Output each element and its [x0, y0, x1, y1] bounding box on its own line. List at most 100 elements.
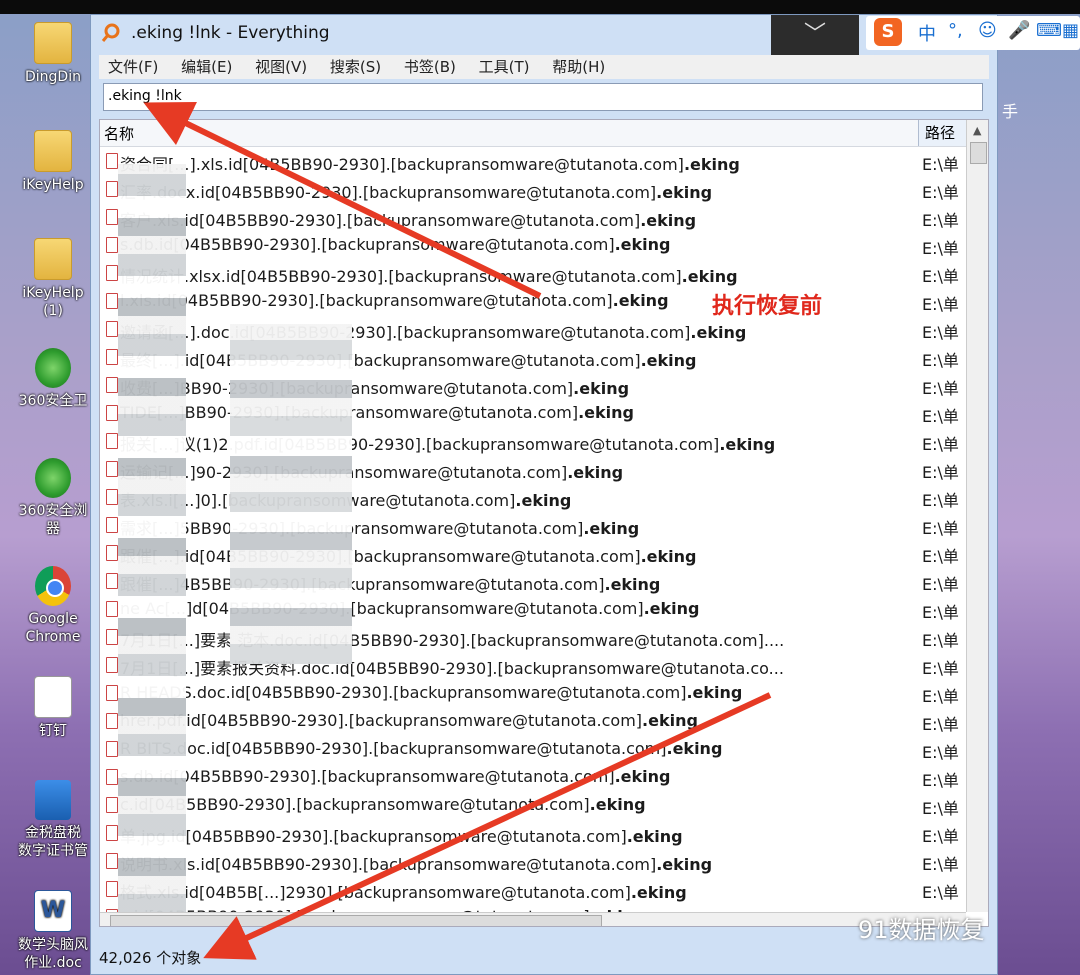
scroll-thumb[interactable]	[110, 915, 602, 926]
annotation-label: 执行恢复前	[712, 294, 823, 319]
menu-view[interactable]: 视图(V)	[246, 55, 316, 79]
file-icon	[106, 797, 118, 813]
file-path: E:\单	[922, 827, 959, 846]
file-icon	[106, 713, 118, 729]
table-row[interactable]: 说明书.xls.id[04B5BB90-2930].[backupransomw…	[100, 847, 966, 875]
desktop-icon-ikeyhelp-1[interactable]: iKeyHelp (1)	[8, 238, 98, 320]
desktop-icon-tax[interactable]: 金税盘税 数字证书管	[8, 780, 98, 860]
search-input[interactable]: .eking !lnk	[103, 83, 983, 111]
scroll-up-icon[interactable]: ▲	[973, 124, 981, 137]
file-path: E:\单	[922, 715, 959, 734]
tax-icon	[35, 780, 71, 820]
ime-punct-toggle[interactable]: °,	[948, 20, 963, 41]
table-row[interactable]: s.db.id[04B5BB90-2930].[backupransomware…	[100, 231, 966, 259]
chevron-down-icon[interactable]: ﹀	[771, 15, 859, 55]
desktop-icon-label: 360安全卫	[18, 393, 88, 409]
file-path: E:\单	[922, 547, 959, 566]
redaction-mosaic	[118, 164, 186, 916]
file-path: E:\单	[922, 239, 959, 258]
file-icon	[106, 573, 118, 589]
mic-icon[interactable]: 🎤	[1008, 20, 1030, 41]
menu-search[interactable]: 搜索(S)	[321, 55, 390, 79]
file-path: E:\单	[922, 631, 959, 650]
file-path: E:\单	[922, 435, 959, 454]
file-icon	[106, 685, 118, 701]
horizontal-scrollbar[interactable]	[100, 912, 966, 926]
keyboard-icon[interactable]: ⌨	[1036, 20, 1062, 41]
desktop-icon-label: 数学头脑风 作业.doc	[18, 937, 88, 971]
menu-edit[interactable]: 编辑(E)	[172, 55, 241, 79]
file-path: E:\单	[922, 463, 959, 482]
file-icon	[106, 853, 118, 869]
file-path: E:\单	[922, 687, 959, 706]
file-path: E:\单	[922, 323, 959, 342]
folder-icon	[34, 130, 72, 172]
desktop-icon-360-browser[interactable]: 360安全浏 器	[8, 458, 98, 538]
file-name: 说明书.xls.id[04B5BB90-2930].[backupransomw…	[120, 855, 713, 874]
desktop-icon-chrome[interactable]: Google Chrome	[8, 566, 98, 646]
file-icon	[106, 461, 118, 477]
table-row[interactable]: s.db.id[04B5BB90-2930].[backupransomware…	[100, 763, 966, 791]
menu-file[interactable]: 文件(F)	[99, 55, 167, 79]
table-row[interactable]: R HEADS.doc.id[04B5BB90-2930].[backupran…	[100, 679, 966, 707]
file-path: E:\单	[922, 799, 959, 818]
desktop-icon-ikeyhelp[interactable]: iKeyHelp	[8, 130, 98, 194]
title-bar[interactable]: .eking !lnk - Everything	[91, 15, 771, 55]
file-path: E:\单	[922, 659, 959, 678]
table-row[interactable]: 格式.xls.id[04B5B[...]2930].[backupransomw…	[100, 875, 966, 903]
chrome-icon	[35, 566, 71, 606]
column-header-name[interactable]: 名称	[104, 123, 134, 144]
file-name: 情况统计.xlsx.id[04B5BB90-2930].[backupranso…	[120, 267, 738, 286]
vertical-scrollbar[interactable]: ▲	[966, 120, 988, 912]
desktop-icon-word-doc[interactable]: W 数学头脑风 作业.doc	[8, 890, 98, 972]
table-row[interactable]: hrer.pdf.id[04B5BB90-2930].[backupransom…	[100, 707, 966, 735]
scroll-thumb[interactable]	[970, 142, 987, 164]
sogou-logo-icon[interactable]: S	[874, 18, 902, 46]
file-icon	[106, 181, 118, 197]
menu-tools[interactable]: 工具(T)	[470, 55, 539, 79]
table-row[interactable]: c.id[04B5BB90-2930].[backupransomware@tu…	[100, 791, 966, 819]
file-icon	[106, 321, 118, 337]
folder-icon	[34, 22, 72, 64]
desktop-icon-360-safe[interactable]: 360安全卫	[8, 348, 98, 410]
results-list: 名称 路径 资合同[...].xls.id[04B5BB90-2930].[ba…	[99, 119, 989, 927]
table-row[interactable]: R BITS.doc.id[04B5BB90-2930].[backuprans…	[100, 735, 966, 763]
dingtalk-icon	[34, 676, 72, 718]
file-icon	[106, 405, 118, 421]
smiley-icon[interactable]: ☺	[978, 20, 997, 41]
file-icon	[106, 433, 118, 449]
file-icon	[106, 545, 118, 561]
desktop-icon-label: 金税盘税 数字证书管	[18, 825, 88, 859]
list-header: 名称 路径	[100, 120, 966, 147]
menu-bookmarks[interactable]: 书签(B)	[395, 55, 465, 79]
grid-icon[interactable]: ▦	[1062, 20, 1079, 41]
ime-lang-toggle[interactable]: 中	[918, 20, 936, 46]
desktop-icon-dingtalk[interactable]: 钉钉	[8, 676, 98, 740]
desktop-icon-dingdin[interactable]: DingDin	[8, 22, 98, 86]
file-icon	[106, 293, 118, 309]
ime-toolbar[interactable]: S 中 °, ☺ 🎤 ⌨ ▦	[866, 16, 1080, 50]
table-row[interactable]: 资合同[...].xls.id[04B5BB90-2930].[backupra…	[100, 147, 966, 175]
table-row[interactable]: l.xls.id[04B5BB90-2930].[backupransomwar…	[100, 287, 966, 315]
table-row[interactable]: 情况统计.xlsx.id[04B5BB90-2930].[backupranso…	[100, 259, 966, 287]
file-icon	[106, 601, 118, 617]
file-path: E:\单	[922, 295, 959, 314]
file-path: E:\单	[922, 519, 959, 538]
magnifier-app-icon	[101, 23, 120, 42]
file-name: 汇率.docx.id[04B5BB90-2930].[backupransomw…	[120, 183, 713, 202]
file-name: R HEADS.doc.id[04B5BB90-2930].[backupran…	[120, 683, 743, 702]
menu-help[interactable]: 帮助(H)	[543, 55, 614, 79]
folder-icon	[34, 238, 72, 280]
table-row[interactable]: 客户.xls.id[04B5BB90-2930].[backupransomwa…	[100, 203, 966, 231]
column-header-path[interactable]: 路径	[918, 120, 966, 146]
file-path: E:\单	[922, 407, 959, 426]
table-row[interactable]: 单.jpg.id[04B5BB90-2930].[backupransomwar…	[100, 819, 966, 847]
file-name: 资合同[...].xls.id[04B5BB90-2930].[backupra…	[120, 155, 740, 174]
desktop-icon-label: 钉钉	[39, 723, 67, 739]
file-icon	[106, 881, 118, 897]
file-path: E:\单	[922, 379, 959, 398]
table-row[interactable]: 汇率.docx.id[04B5BB90-2930].[backupransomw…	[100, 175, 966, 203]
file-name: 格式.xls.id[04B5B[...]2930].[backupransomw…	[120, 883, 687, 902]
file-icon	[106, 517, 118, 533]
file-icon	[106, 769, 118, 785]
